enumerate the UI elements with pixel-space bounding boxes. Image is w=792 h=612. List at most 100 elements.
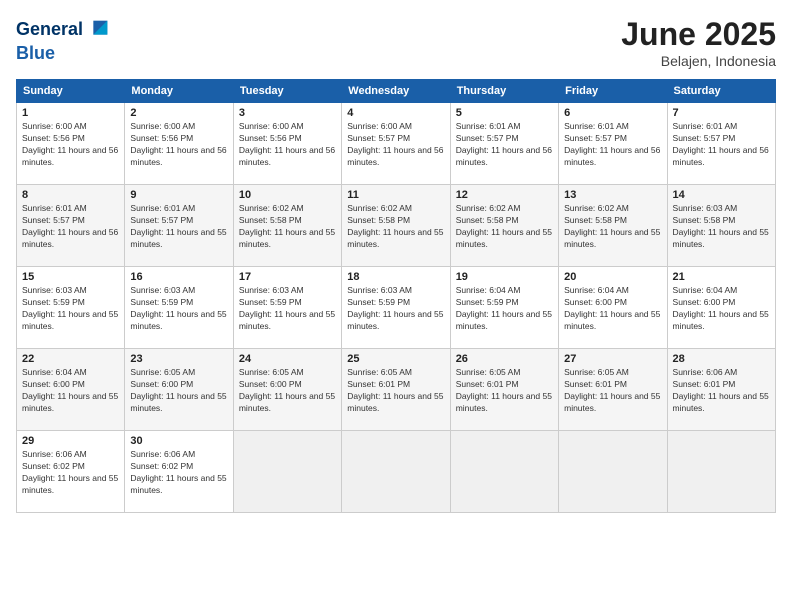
cell-info: Sunrise: 6:03 AM Sunset: 5:59 PM Dayligh… [347, 285, 444, 333]
sunrise-text: Sunrise: 6:00 AM [130, 121, 227, 133]
calendar-cell: 26 Sunrise: 6:05 AM Sunset: 6:01 PM Dayl… [450, 349, 558, 431]
day-number: 24 [239, 353, 336, 365]
sunset-text: Sunset: 5:58 PM [456, 215, 553, 227]
daylight-text: Daylight: 11 hours and 55 minutes. [456, 309, 553, 333]
cell-info: Sunrise: 6:01 AM Sunset: 5:57 PM Dayligh… [673, 121, 770, 169]
cell-info: Sunrise: 6:05 AM Sunset: 6:01 PM Dayligh… [456, 367, 553, 415]
sunset-text: Sunset: 6:00 PM [130, 379, 227, 391]
calendar-cell: 25 Sunrise: 6:05 AM Sunset: 6:01 PM Dayl… [342, 349, 450, 431]
cell-info: Sunrise: 6:00 AM Sunset: 5:56 PM Dayligh… [130, 121, 227, 169]
day-number: 14 [673, 189, 770, 201]
sunrise-text: Sunrise: 6:04 AM [456, 285, 553, 297]
sunrise-text: Sunrise: 6:02 AM [564, 203, 661, 215]
calendar-cell: 1 Sunrise: 6:00 AM Sunset: 5:56 PM Dayli… [17, 103, 125, 185]
cell-info: Sunrise: 6:03 AM Sunset: 5:59 PM Dayligh… [239, 285, 336, 333]
calendar-cell: 17 Sunrise: 6:03 AM Sunset: 5:59 PM Dayl… [233, 267, 341, 349]
sunrise-text: Sunrise: 6:05 AM [456, 367, 553, 379]
calendar-cell: 15 Sunrise: 6:03 AM Sunset: 5:59 PM Dayl… [17, 267, 125, 349]
sunrise-text: Sunrise: 6:02 AM [456, 203, 553, 215]
sunset-text: Sunset: 5:59 PM [456, 297, 553, 309]
day-number: 10 [239, 189, 336, 201]
day-number: 8 [22, 189, 119, 201]
sunset-text: Sunset: 5:58 PM [347, 215, 444, 227]
logo-text: General [16, 16, 113, 44]
page: General Blue June 2025 Belajen, Indonesi… [0, 0, 792, 612]
col-header-friday: Friday [559, 80, 667, 103]
calendar-cell: 6 Sunrise: 6:01 AM Sunset: 5:57 PM Dayli… [559, 103, 667, 185]
sunset-text: Sunset: 6:01 PM [673, 379, 770, 391]
calendar-week-2: 8 Sunrise: 6:01 AM Sunset: 5:57 PM Dayli… [17, 185, 776, 267]
cell-info: Sunrise: 6:01 AM Sunset: 5:57 PM Dayligh… [130, 203, 227, 251]
sunset-text: Sunset: 5:57 PM [564, 133, 661, 145]
calendar-cell: 4 Sunrise: 6:00 AM Sunset: 5:57 PM Dayli… [342, 103, 450, 185]
day-number: 18 [347, 271, 444, 283]
logo-icon [84, 16, 112, 44]
calendar-week-4: 22 Sunrise: 6:04 AM Sunset: 6:00 PM Dayl… [17, 349, 776, 431]
sunrise-text: Sunrise: 6:05 AM [239, 367, 336, 379]
col-header-thursday: Thursday [450, 80, 558, 103]
col-header-wednesday: Wednesday [342, 80, 450, 103]
day-number: 9 [130, 189, 227, 201]
cell-info: Sunrise: 6:01 AM Sunset: 5:57 PM Dayligh… [456, 121, 553, 169]
calendar-cell: 20 Sunrise: 6:04 AM Sunset: 6:00 PM Dayl… [559, 267, 667, 349]
calendar-week-5: 29 Sunrise: 6:06 AM Sunset: 6:02 PM Dayl… [17, 431, 776, 513]
sunset-text: Sunset: 5:58 PM [673, 215, 770, 227]
daylight-text: Daylight: 11 hours and 55 minutes. [22, 391, 119, 415]
sunrise-text: Sunrise: 6:03 AM [347, 285, 444, 297]
cell-info: Sunrise: 6:05 AM Sunset: 6:00 PM Dayligh… [239, 367, 336, 415]
sunset-text: Sunset: 5:59 PM [130, 297, 227, 309]
sunrise-text: Sunrise: 6:01 AM [130, 203, 227, 215]
col-header-tuesday: Tuesday [233, 80, 341, 103]
sunset-text: Sunset: 5:57 PM [22, 215, 119, 227]
daylight-text: Daylight: 11 hours and 55 minutes. [673, 309, 770, 333]
sunrise-text: Sunrise: 6:00 AM [347, 121, 444, 133]
cell-info: Sunrise: 6:00 AM Sunset: 5:56 PM Dayligh… [22, 121, 119, 169]
cell-info: Sunrise: 6:01 AM Sunset: 5:57 PM Dayligh… [22, 203, 119, 251]
daylight-text: Daylight: 11 hours and 56 minutes. [22, 145, 119, 169]
sunrise-text: Sunrise: 6:03 AM [239, 285, 336, 297]
day-number: 15 [22, 271, 119, 283]
calendar-cell: 24 Sunrise: 6:05 AM Sunset: 6:00 PM Dayl… [233, 349, 341, 431]
calendar-cell: 29 Sunrise: 6:06 AM Sunset: 6:02 PM Dayl… [17, 431, 125, 513]
sunrise-text: Sunrise: 6:00 AM [239, 121, 336, 133]
daylight-text: Daylight: 11 hours and 55 minutes. [347, 227, 444, 251]
day-number: 2 [130, 107, 227, 119]
calendar-week-1: 1 Sunrise: 6:00 AM Sunset: 5:56 PM Dayli… [17, 103, 776, 185]
daylight-text: Daylight: 11 hours and 55 minutes. [347, 391, 444, 415]
logo: General Blue [16, 16, 113, 64]
col-header-saturday: Saturday [667, 80, 775, 103]
calendar-cell: 14 Sunrise: 6:03 AM Sunset: 5:58 PM Dayl… [667, 185, 775, 267]
sunrise-text: Sunrise: 6:05 AM [347, 367, 444, 379]
day-number: 4 [347, 107, 444, 119]
daylight-text: Daylight: 11 hours and 55 minutes. [239, 391, 336, 415]
sunrise-text: Sunrise: 6:01 AM [673, 121, 770, 133]
calendar-cell [559, 431, 667, 513]
calendar-cell: 12 Sunrise: 6:02 AM Sunset: 5:58 PM Dayl… [450, 185, 558, 267]
sunset-text: Sunset: 6:01 PM [347, 379, 444, 391]
sunrise-text: Sunrise: 6:04 AM [673, 285, 770, 297]
daylight-text: Daylight: 11 hours and 55 minutes. [130, 391, 227, 415]
cell-info: Sunrise: 6:05 AM Sunset: 6:00 PM Dayligh… [130, 367, 227, 415]
daylight-text: Daylight: 11 hours and 55 minutes. [130, 227, 227, 251]
calendar-cell [342, 431, 450, 513]
calendar-cell: 28 Sunrise: 6:06 AM Sunset: 6:01 PM Dayl… [667, 349, 775, 431]
cell-info: Sunrise: 6:03 AM Sunset: 5:59 PM Dayligh… [22, 285, 119, 333]
daylight-text: Daylight: 11 hours and 56 minutes. [22, 227, 119, 251]
sunset-text: Sunset: 5:56 PM [130, 133, 227, 145]
sunset-text: Sunset: 6:01 PM [564, 379, 661, 391]
calendar-cell: 30 Sunrise: 6:06 AM Sunset: 6:02 PM Dayl… [125, 431, 233, 513]
cell-info: Sunrise: 6:01 AM Sunset: 5:57 PM Dayligh… [564, 121, 661, 169]
cell-info: Sunrise: 6:03 AM Sunset: 5:59 PM Dayligh… [130, 285, 227, 333]
sunrise-text: Sunrise: 6:05 AM [564, 367, 661, 379]
sunrise-text: Sunrise: 6:06 AM [130, 449, 227, 461]
sunset-text: Sunset: 6:02 PM [22, 461, 119, 473]
sunset-text: Sunset: 5:59 PM [347, 297, 444, 309]
col-header-monday: Monday [125, 80, 233, 103]
day-number: 21 [673, 271, 770, 283]
sunrise-text: Sunrise: 6:01 AM [564, 121, 661, 133]
sunrise-text: Sunrise: 6:00 AM [22, 121, 119, 133]
day-number: 17 [239, 271, 336, 283]
daylight-text: Daylight: 11 hours and 55 minutes. [239, 227, 336, 251]
sunrise-text: Sunrise: 6:02 AM [347, 203, 444, 215]
cell-info: Sunrise: 6:02 AM Sunset: 5:58 PM Dayligh… [564, 203, 661, 251]
